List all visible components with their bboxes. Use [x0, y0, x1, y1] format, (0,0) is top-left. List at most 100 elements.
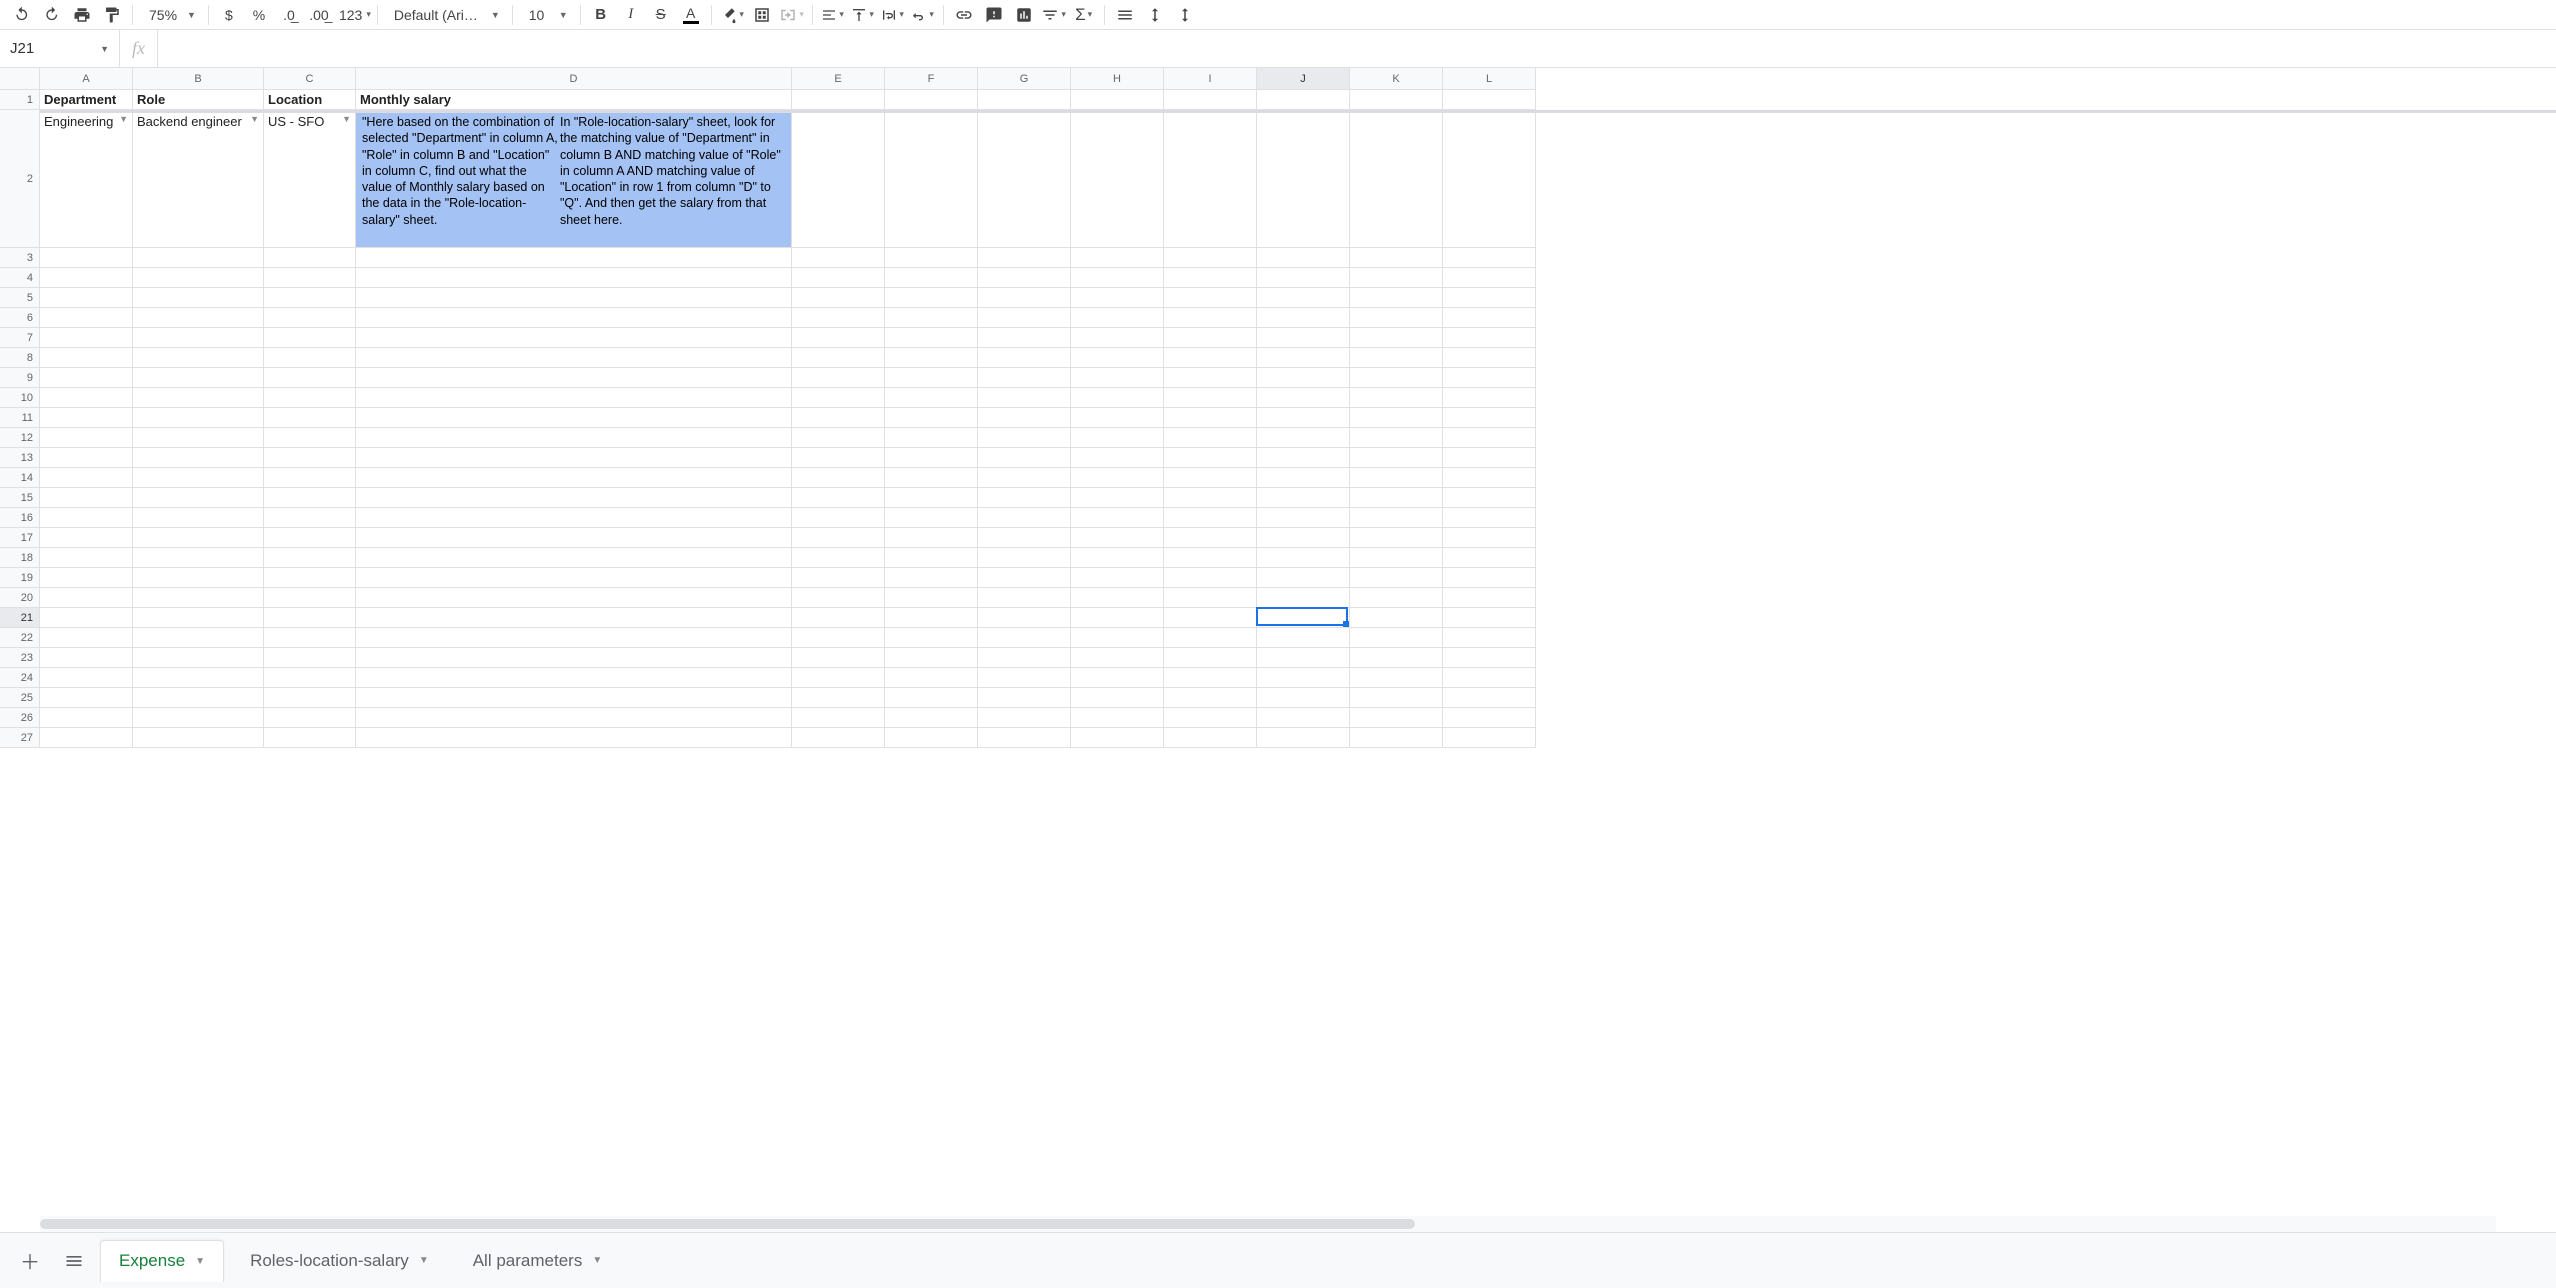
cell[interactable]	[1257, 348, 1350, 368]
cell[interactable]	[1443, 308, 1536, 328]
cell[interactable]	[978, 428, 1071, 448]
cell[interactable]	[978, 508, 1071, 528]
cell[interactable]	[1071, 448, 1164, 468]
fill-color-button[interactable]: ▾	[718, 2, 746, 28]
cell[interactable]	[133, 548, 264, 568]
cell[interactable]	[356, 608, 792, 628]
cell[interactable]	[40, 368, 133, 388]
cell[interactable]	[1350, 688, 1443, 708]
cell[interactable]	[1071, 568, 1164, 588]
name-box[interactable]: J21 ▼	[0, 30, 120, 67]
cell[interactable]	[1443, 608, 1536, 628]
cell[interactable]	[1071, 90, 1164, 110]
cell[interactable]: "Here based on the combination of select…	[356, 110, 792, 248]
cell[interactable]	[40, 688, 133, 708]
cell[interactable]	[264, 468, 356, 488]
cell[interactable]	[792, 648, 885, 668]
cell[interactable]	[885, 468, 978, 488]
cell[interactable]	[792, 328, 885, 348]
cell[interactable]	[133, 468, 264, 488]
cell[interactable]	[978, 608, 1071, 628]
cell[interactable]	[792, 448, 885, 468]
cell[interactable]	[1350, 628, 1443, 648]
cell[interactable]	[885, 508, 978, 528]
cell[interactable]	[1257, 568, 1350, 588]
cell[interactable]	[356, 688, 792, 708]
cell[interactable]	[264, 368, 356, 388]
cell[interactable]	[792, 248, 885, 268]
cell[interactable]	[792, 388, 885, 408]
row-header[interactable]: 16	[0, 508, 40, 528]
cell[interactable]	[40, 708, 133, 728]
cell[interactable]	[133, 268, 264, 288]
cell[interactable]	[356, 588, 792, 608]
cell[interactable]	[1164, 568, 1257, 588]
cell[interactable]	[1164, 708, 1257, 728]
cell[interactable]: Engineering▼	[40, 110, 133, 248]
cell[interactable]	[1350, 448, 1443, 468]
cell[interactable]	[1350, 668, 1443, 688]
cell[interactable]	[1443, 328, 1536, 348]
cell[interactable]	[133, 408, 264, 428]
text-rotation-button[interactable]: ▾	[909, 2, 937, 28]
cell[interactable]	[1257, 488, 1350, 508]
cell[interactable]	[40, 308, 133, 328]
row-header[interactable]: 27	[0, 728, 40, 748]
cell[interactable]	[1443, 548, 1536, 568]
print-button[interactable]	[68, 2, 96, 28]
cell[interactable]	[1257, 408, 1350, 428]
row-header[interactable]: 3	[0, 248, 40, 268]
cell[interactable]	[978, 568, 1071, 588]
cell[interactable]	[133, 328, 264, 348]
cell[interactable]	[1164, 668, 1257, 688]
cell[interactable]	[1071, 668, 1164, 688]
cell[interactable]	[1164, 348, 1257, 368]
cell[interactable]	[1350, 308, 1443, 328]
dropdown-icon[interactable]: ▼	[342, 114, 351, 124]
cell[interactable]: Location	[264, 90, 356, 110]
cell[interactable]: Backend engineer▼	[133, 110, 264, 248]
cell[interactable]	[264, 728, 356, 748]
cell[interactable]	[264, 648, 356, 668]
cell[interactable]	[1257, 90, 1350, 110]
cell[interactable]	[1164, 268, 1257, 288]
cell[interactable]	[133, 708, 264, 728]
cell[interactable]	[1257, 528, 1350, 548]
cell[interactable]	[1443, 428, 1536, 448]
cell[interactable]	[1071, 328, 1164, 348]
cell[interactable]	[264, 328, 356, 348]
cell[interactable]	[1071, 708, 1164, 728]
cell[interactable]	[133, 528, 264, 548]
cell[interactable]	[792, 90, 885, 110]
insert-link-button[interactable]	[950, 2, 978, 28]
cell[interactable]	[1164, 588, 1257, 608]
cell[interactable]	[356, 288, 792, 308]
cell[interactable]	[978, 468, 1071, 488]
cell[interactable]	[1350, 428, 1443, 448]
cell[interactable]	[40, 268, 133, 288]
cell[interactable]	[1257, 308, 1350, 328]
cell[interactable]	[40, 648, 133, 668]
add-sheet-button[interactable]: ＋	[12, 1243, 48, 1279]
cell[interactable]	[1350, 508, 1443, 528]
cell[interactable]	[356, 368, 792, 388]
row-header[interactable]: 11	[0, 408, 40, 428]
cell[interactable]	[264, 248, 356, 268]
cell[interactable]	[792, 308, 885, 328]
cell[interactable]	[133, 728, 264, 748]
row-header[interactable]: 17	[0, 528, 40, 548]
cell[interactable]	[885, 388, 978, 408]
cell[interactable]	[885, 110, 978, 248]
row-header[interactable]: 5	[0, 288, 40, 308]
spreadsheet-grid[interactable]: ABCDEFGHIJKL1DepartmentRoleLocationMonth…	[0, 68, 2556, 748]
cell[interactable]: US - SFO▼	[264, 110, 356, 248]
cell[interactable]	[1257, 288, 1350, 308]
cell[interactable]	[978, 110, 1071, 248]
italic-button[interactable]: I	[617, 2, 645, 28]
column-header[interactable]: K	[1350, 68, 1443, 90]
cell[interactable]	[356, 308, 792, 328]
cell[interactable]	[1071, 588, 1164, 608]
column-header[interactable]: L	[1443, 68, 1536, 90]
cell[interactable]	[978, 648, 1071, 668]
all-sheets-button[interactable]	[56, 1243, 92, 1279]
